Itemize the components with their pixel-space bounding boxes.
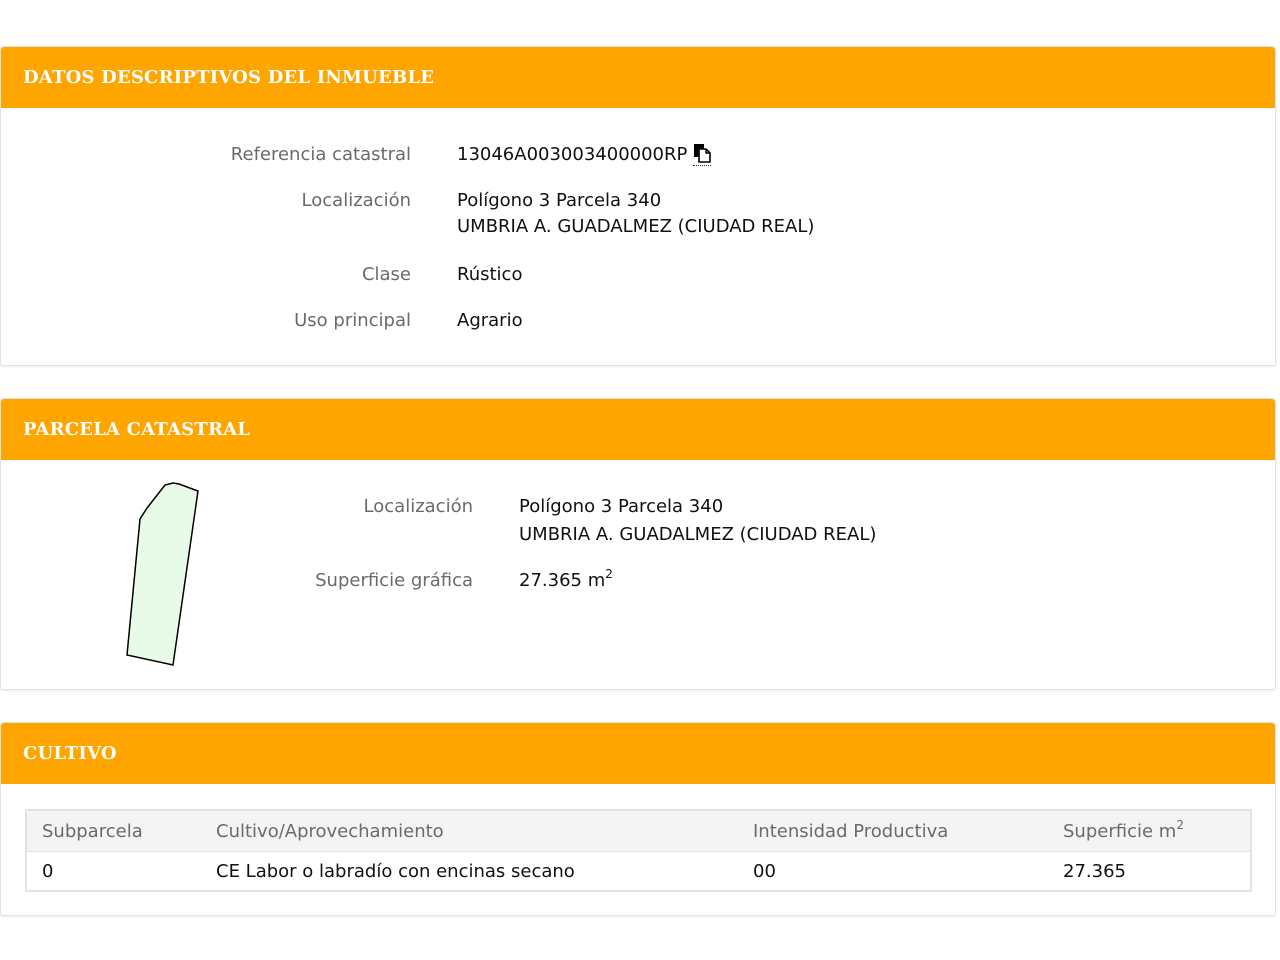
parcela-localizacion-line2: UMBRIA A. GUADALMEZ (CIUDAD REAL) [519, 524, 877, 545]
referencia-row: Referencia catastral 13046A003003400000R… [1, 142, 712, 168]
uso-label: Uso principal [294, 310, 411, 331]
cell-cultivo: CE Labor o labradío con encinas secano [216, 860, 575, 882]
referencia-value[interactable]: 13046A003003400000RP [457, 144, 687, 165]
uso-row: Uso principal Agrario [1, 308, 523, 334]
localizacion-row: Localización Polígono 3 Parcela 340 UMBR… [1, 188, 815, 240]
header-intensidad: Intensidad Productiva [738, 810, 1048, 852]
localizacion-line1: Polígono 3 Parcela 340 [457, 190, 662, 211]
uso-value: Agrario [457, 310, 523, 331]
parcela-localizacion-label: Localización [363, 496, 473, 517]
datos-descriptivos-title: DATOS DESCRIPTIVOS DEL INMUEBLE [1, 47, 1275, 108]
parcela-localizacion-row: Localización Polígono 3 Parcela 340 UMBR… [1, 494, 877, 548]
parcela-catastral-panel: PARCELA CATASTRAL Localización Polígono … [0, 398, 1276, 690]
superficie-unit-sup: 2 [605, 567, 613, 581]
cultivo-panel: CULTIVO Subparcela Cultivo/Aprovechamien… [0, 722, 1276, 916]
header-cultivo: Cultivo/Aprovechamiento [201, 810, 738, 852]
table-row: 0 CE Labor o labradío con encinas secano… [26, 852, 1251, 892]
parcela-catastral-title: PARCELA CATASTRAL [1, 399, 1275, 460]
cell-subparcela: 0 [42, 860, 54, 882]
header-superficie: Superficie m2 [1048, 810, 1251, 852]
header-subparcela: Subparcela [26, 810, 201, 852]
superficie-row: Superficie gráfica 27.365 m2 [1, 568, 613, 594]
localizacion-label: Localización [301, 190, 411, 211]
superficie-value: 27.365 m [519, 570, 606, 591]
clase-value: Rústico [457, 264, 523, 285]
clase-label: Clase [361, 264, 411, 285]
parcela-localizacion-line1: Polígono 3 Parcela 340 [519, 496, 724, 517]
cell-superficie: 27.365 [1063, 860, 1126, 882]
cultivo-title: CULTIVO [1, 723, 1275, 784]
localizacion-line2: UMBRIA A. GUADALMEZ (CIUDAD REAL) [457, 216, 815, 237]
cell-intensidad: 00 [753, 860, 776, 882]
copy-icon[interactable] [693, 143, 712, 166]
referencia-label: Referencia catastral [230, 144, 411, 165]
superficie-label: Superficie gráfica [315, 570, 473, 591]
datos-descriptivos-panel: DATOS DESCRIPTIVOS DEL INMUEBLE Referenc… [0, 46, 1276, 366]
clase-row: Clase Rústico [1, 262, 523, 288]
cultivo-table: Subparcela Cultivo/Aprovechamiento Inten… [25, 809, 1252, 892]
table-header-row: Subparcela Cultivo/Aprovechamiento Inten… [26, 810, 1251, 852]
